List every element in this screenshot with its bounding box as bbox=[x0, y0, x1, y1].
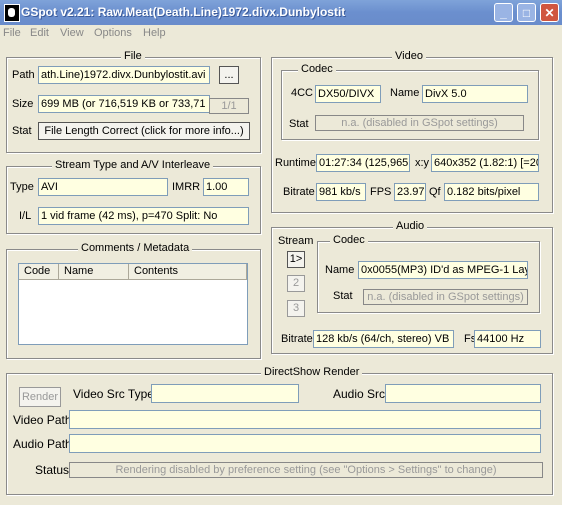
audio-bitrate-field[interactable]: 128 kb/s (64/ch, stereo) VB bbox=[313, 330, 454, 348]
audio-stat-label: Stat bbox=[333, 290, 353, 302]
title-bar[interactable]: GSpot v2.21: Raw.Meat(Death.Line)1972.di… bbox=[0, 0, 562, 25]
audio-name-field[interactable]: 0x0055(MP3) ID'd as MPEG-1 Lay bbox=[358, 261, 528, 279]
audio-codec-group: Codec Name 0x0055(MP3) ID'd as MPEG-1 La… bbox=[317, 234, 540, 313]
video-group-title: Video bbox=[392, 50, 426, 62]
file-group-title: File bbox=[121, 50, 145, 62]
browse-button[interactable]: ... bbox=[219, 66, 239, 84]
video-path-field[interactable] bbox=[69, 410, 541, 429]
window-title: GSpot v2.21: Raw.Meat(Death.Line)1972.di… bbox=[21, 5, 346, 19]
type-field[interactable]: AVI bbox=[38, 178, 168, 196]
size-field[interactable]: 699 MB (or 716,519 KB or 733,71 bbox=[38, 95, 210, 113]
xy-field[interactable]: 640x352 (1.82:1) [=20 bbox=[431, 154, 539, 172]
audio-stream-3-button[interactable]: 3 bbox=[287, 300, 305, 317]
menu-view[interactable]: View bbox=[60, 27, 84, 39]
runtime-field[interactable]: 01:27:34 (125,965 bbox=[316, 154, 410, 172]
audio-src-field[interactable] bbox=[385, 384, 541, 403]
audio-stream-2-button[interactable]: 2 bbox=[287, 275, 305, 292]
stream-type-title: Stream Type and A/V Interleave bbox=[52, 159, 214, 171]
menu-file[interactable]: File bbox=[3, 27, 21, 39]
fourcc-label: 4CC bbox=[291, 87, 314, 99]
video-name-field[interactable]: DivX 5.0 bbox=[422, 85, 528, 103]
maximize-button[interactable]: □ bbox=[517, 3, 536, 22]
video-path-label: Video Path bbox=[13, 413, 72, 427]
status-field: Rendering disabled by preference setting… bbox=[69, 462, 543, 478]
stat-label: Stat bbox=[12, 125, 32, 137]
render-button[interactable]: Render bbox=[19, 387, 61, 407]
menu-options[interactable]: Options bbox=[94, 27, 132, 39]
video-stat-field: n.a. (disabled in GSpot settings) bbox=[315, 115, 524, 131]
imrr-label: IMRR bbox=[172, 181, 201, 193]
column-name[interactable]: Name bbox=[59, 264, 129, 280]
type-label: Type bbox=[10, 181, 34, 193]
metadata-list[interactable]: Code Name Contents bbox=[18, 263, 248, 345]
audio-stat-field: n.a. (disabled in GSpot settings) bbox=[363, 289, 528, 305]
menu-help[interactable]: Help bbox=[143, 27, 166, 39]
audio-codec-title: Codec bbox=[330, 234, 368, 246]
stream-type-group: Stream Type and A/V Interleave Type AVI … bbox=[6, 159, 261, 234]
audio-stream-label: Stream bbox=[278, 235, 314, 247]
render-group-title: DirectShow Render bbox=[261, 366, 363, 378]
audio-name-label: Name bbox=[325, 264, 355, 276]
audio-path-field[interactable] bbox=[69, 434, 541, 453]
column-contents[interactable]: Contents bbox=[129, 264, 247, 280]
fs-field[interactable]: 44100 Hz bbox=[474, 330, 541, 348]
audio-bitrate-label: Bitrate bbox=[281, 333, 313, 345]
qf-field[interactable]: 0.182 bits/pixel bbox=[444, 183, 539, 201]
comments-group: Comments / Metadata Code Name Contents bbox=[6, 242, 261, 359]
audio-path-label: Audio Path bbox=[13, 437, 72, 451]
qf-label: Qf bbox=[429, 186, 441, 198]
path-label: Path bbox=[12, 69, 35, 81]
file-group: File Path ath.Line)1972.divx.Dunbylostit… bbox=[6, 50, 261, 153]
audio-group: Audio Stream 1> 2 3 Codec Name 0x0055(MP… bbox=[271, 220, 553, 354]
status-label: Status bbox=[35, 463, 70, 477]
video-name-label: Name bbox=[390, 87, 420, 99]
file-stat-button[interactable]: File Length Correct (click for more info… bbox=[38, 122, 250, 140]
fps-field[interactable]: 23.97 bbox=[394, 183, 426, 201]
video-codec-group: Codec 4CC DX50/DIVX Name DivX 5.0 Stat n… bbox=[281, 63, 539, 140]
video-bitrate-label: Bitrate bbox=[283, 186, 315, 198]
fps-label: FPS bbox=[370, 186, 392, 198]
close-button[interactable]: ✕ bbox=[540, 3, 559, 22]
fourcc-field[interactable]: DX50/DIVX bbox=[315, 85, 381, 103]
il-label: I/L bbox=[19, 210, 32, 222]
gspot-window: GSpot v2.21: Raw.Meat(Death.Line)1972.di… bbox=[0, 0, 562, 505]
video-stat-label: Stat bbox=[289, 118, 309, 130]
audio-group-title: Audio bbox=[393, 220, 428, 232]
menu-bar: File Edit View Options Help bbox=[0, 25, 562, 43]
video-src-type-field[interactable] bbox=[151, 384, 299, 403]
audio-src-label: Audio Src bbox=[333, 387, 386, 401]
directshow-render-group: DirectShow Render Render Video Src Type … bbox=[6, 366, 553, 495]
video-bitrate-field[interactable]: 981 kb/s bbox=[316, 183, 366, 201]
app-icon[interactable] bbox=[4, 4, 20, 22]
comments-title: Comments / Metadata bbox=[78, 242, 193, 254]
minimize-button[interactable]: _ bbox=[494, 3, 513, 22]
video-src-type-label: Video Src Type bbox=[73, 387, 154, 401]
audio-stream-1-button[interactable]: 1> bbox=[287, 251, 305, 268]
menu-edit[interactable]: Edit bbox=[30, 27, 49, 39]
column-code[interactable]: Code bbox=[19, 264, 59, 280]
imrr-field[interactable]: 1.00 bbox=[203, 178, 249, 196]
video-codec-title: Codec bbox=[298, 63, 336, 75]
il-field[interactable]: 1 vid frame (42 ms), p=470 Split: No bbox=[38, 207, 249, 225]
runtime-label: Runtime bbox=[275, 157, 316, 169]
part-indicator: 1/1 bbox=[209, 98, 249, 114]
size-label: Size bbox=[12, 98, 34, 110]
video-group: Video Codec 4CC DX50/DIVX Name DivX 5.0 … bbox=[271, 50, 553, 213]
path-field[interactable]: ath.Line)1972.divx.Dunbylostit.avi bbox=[38, 66, 210, 84]
xy-label: x:y bbox=[415, 157, 430, 169]
